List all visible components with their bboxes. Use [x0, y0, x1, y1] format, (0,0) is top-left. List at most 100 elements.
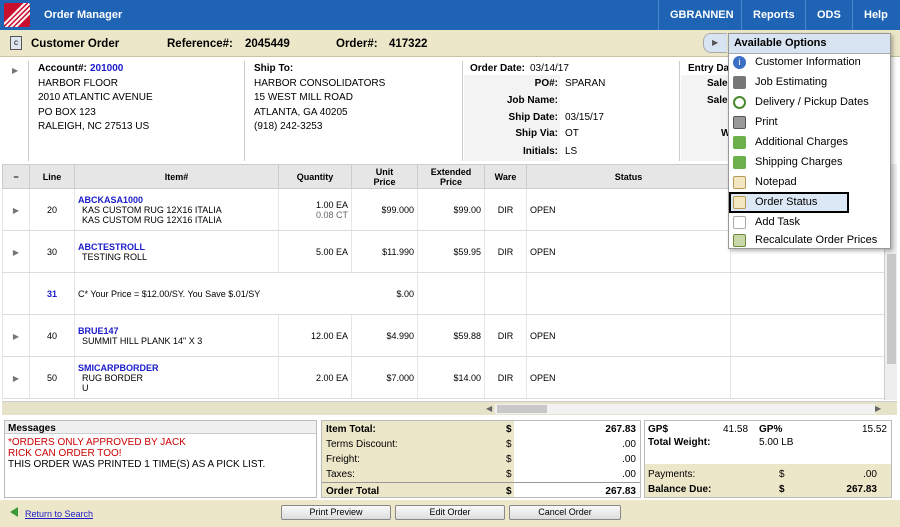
- ext-price-header-2: Price: [439, 176, 463, 187]
- table-row-comment[interactable]: 31 C* Your Price = $12.00/SY. You Save $…: [2, 272, 884, 315]
- top-nav-bar: Order Manager GBRANNEN Reports ODS Help: [0, 0, 900, 30]
- vertical-scroll-thumb[interactable]: [887, 254, 896, 364]
- item-desc: U: [82, 382, 89, 393]
- menu-item-add-task[interactable]: Add Task: [729, 213, 890, 233]
- menu-item-recalculate-order-prices[interactable]: Recalculate Order Prices: [729, 231, 890, 251]
- col-header-extended-price[interactable]: Extended Price: [417, 164, 485, 189]
- row-status: OPEN: [526, 314, 731, 357]
- menu-item-notepad[interactable]: Notepad: [729, 173, 890, 193]
- message-line-3: THIS ORDER WAS PRINTED 1 TIME(S) AS A PI…: [8, 459, 266, 470]
- account-number-link[interactable]: 201000: [90, 63, 123, 74]
- col-header-unit-price[interactable]: Unit Price: [351, 164, 418, 189]
- expand-row-icon[interactable]: ▶: [13, 332, 19, 341]
- row-status: OPEN: [526, 188, 731, 231]
- scroll-left-icon[interactable]: ◀: [486, 404, 492, 413]
- nav-user[interactable]: GBRANNEN: [670, 9, 734, 21]
- messages-panel: Messages *ORDERS ONLY APPROVED BY JACK R…: [4, 420, 317, 498]
- entry-date-label: Entry Da: [688, 63, 730, 74]
- ship-to-line-2: 15 WEST MILL ROAD: [254, 92, 353, 103]
- row-unit-price: $4.990: [351, 314, 418, 357]
- item-link[interactable]: BRUE147: [78, 326, 278, 336]
- col-header-quantity[interactable]: Quantity: [278, 164, 352, 189]
- currency-symbol: $: [506, 424, 512, 435]
- account-line-3: PO BOX 123: [38, 107, 96, 118]
- currency-symbol: $: [779, 469, 785, 480]
- row-ware: DIR: [484, 314, 527, 357]
- row-qty: 1.00 EA: [315, 199, 348, 210]
- menu-item-shipping-charges[interactable]: Shipping Charges: [729, 153, 890, 173]
- order-date-label: Order Date:: [470, 63, 526, 74]
- cancel-order-button[interactable]: Cancel Order: [509, 505, 621, 520]
- item-total-label: Item Total:: [326, 424, 376, 435]
- menu-item-label: Additional Charges: [755, 136, 848, 148]
- currency-symbol: $: [506, 454, 512, 465]
- po-value[interactable]: SPARAN: [565, 78, 605, 89]
- ship-via-value[interactable]: OT: [565, 128, 579, 139]
- nav-help[interactable]: Help: [864, 9, 888, 21]
- nav-divider: [658, 0, 659, 30]
- order-total-value: 267.83: [605, 486, 636, 497]
- expand-row-icon[interactable]: ▶: [13, 206, 19, 215]
- app-title: Order Manager: [44, 9, 123, 21]
- col-header-status[interactable]: Status: [526, 164, 731, 189]
- horizontal-scrollbar[interactable]: ◀ ▶: [2, 401, 897, 415]
- expand-row-icon[interactable]: ▶: [13, 248, 19, 257]
- edit-order-button[interactable]: Edit Order: [395, 505, 505, 520]
- expand-arrow-icon[interactable]: ▶: [12, 66, 18, 75]
- currency-symbol: $: [506, 439, 512, 450]
- ship-to-line-1: HARBOR CONSOLIDATORS: [254, 78, 386, 89]
- col-header-ware[interactable]: Ware: [484, 164, 527, 189]
- print-preview-button[interactable]: Print Preview: [281, 505, 391, 520]
- horizontal-scroll-thumb[interactable]: [497, 405, 547, 413]
- notepad-icon: [733, 176, 746, 189]
- ship-date-value[interactable]: 03/15/17: [565, 112, 604, 123]
- col-header-item[interactable]: Item#: [74, 164, 279, 189]
- menu-item-print[interactable]: Print: [729, 113, 890, 133]
- return-to-search-link[interactable]: Return to Search: [25, 509, 93, 519]
- item-desc: RUG BORDER: [82, 372, 144, 383]
- terms-discount-value: .00: [622, 439, 636, 450]
- collapse-all-toggle[interactable]: −: [2, 164, 30, 189]
- initials-value[interactable]: LS: [565, 146, 577, 157]
- freight-label: Freight:: [326, 454, 360, 465]
- item-link[interactable]: SMICARPBORDER: [78, 363, 278, 373]
- scroll-right-icon[interactable]: ▶: [875, 404, 881, 413]
- row-unit-price: $.00: [396, 288, 414, 299]
- item-link[interactable]: ABCKASA1000: [78, 195, 278, 205]
- menu-item-additional-charges[interactable]: Additional Charges: [729, 133, 890, 153]
- menu-item-order-status[interactable]: Order Status: [729, 192, 849, 213]
- expand-row-icon[interactable]: ▶: [13, 374, 19, 383]
- table-row[interactable]: ▶ 40 BRUE147 SUMMIT HILL PLANK 14" X 3 12…: [2, 314, 884, 357]
- payments-value: .00: [863, 469, 877, 480]
- menu-item-customer-information[interactable]: i Customer Information: [729, 53, 890, 73]
- item-link[interactable]: ABCTESTROLL: [78, 242, 278, 252]
- item-desc: TESTING ROLL: [82, 251, 148, 262]
- menu-item-delivery-pickup-dates[interactable]: Delivery / Pickup Dates: [729, 93, 890, 113]
- nav-ods[interactable]: ODS: [817, 9, 841, 21]
- row-qty: 12.00 EA: [278, 314, 352, 357]
- play-arrow-icon: ▶: [712, 38, 719, 47]
- row-line: 31: [29, 272, 75, 315]
- table-row[interactable]: ▶ 50 SMICARPBORDER RUG BORDER U 2.00 EA $7…: [2, 356, 884, 399]
- ship-via-label: Ship Via:: [515, 128, 558, 139]
- horizontal-scroll-track[interactable]: [495, 404, 875, 414]
- row-ext-price: $99.00: [417, 188, 485, 231]
- account-line-1: HARBOR FLOOR: [38, 78, 119, 89]
- menu-item-label: Print: [755, 116, 778, 128]
- menu-title: Available Options: [734, 37, 827, 49]
- header-expander[interactable]: ▶: [2, 61, 29, 161]
- shipping-icon: [733, 156, 746, 169]
- printer-icon: [733, 116, 746, 129]
- currency-symbol: $: [506, 486, 512, 497]
- col-header-line[interactable]: Line: [29, 164, 75, 189]
- total-weight-value: 5.00 LB: [759, 437, 794, 448]
- order-number-label: Order#:: [336, 38, 378, 50]
- nav-reports[interactable]: Reports: [753, 9, 795, 21]
- totals-divider: [322, 482, 640, 483]
- menu-item-job-estimating[interactable]: Job Estimating: [729, 73, 890, 93]
- item-desc: KAS CUSTOM RUG 12X16 ITALIA: [82, 204, 222, 215]
- back-arrow-icon[interactable]: [10, 507, 18, 517]
- currency-symbol: $: [779, 484, 785, 495]
- options-toggle-button[interactable]: ▶: [703, 33, 727, 53]
- menu-item-label: Notepad: [755, 176, 797, 188]
